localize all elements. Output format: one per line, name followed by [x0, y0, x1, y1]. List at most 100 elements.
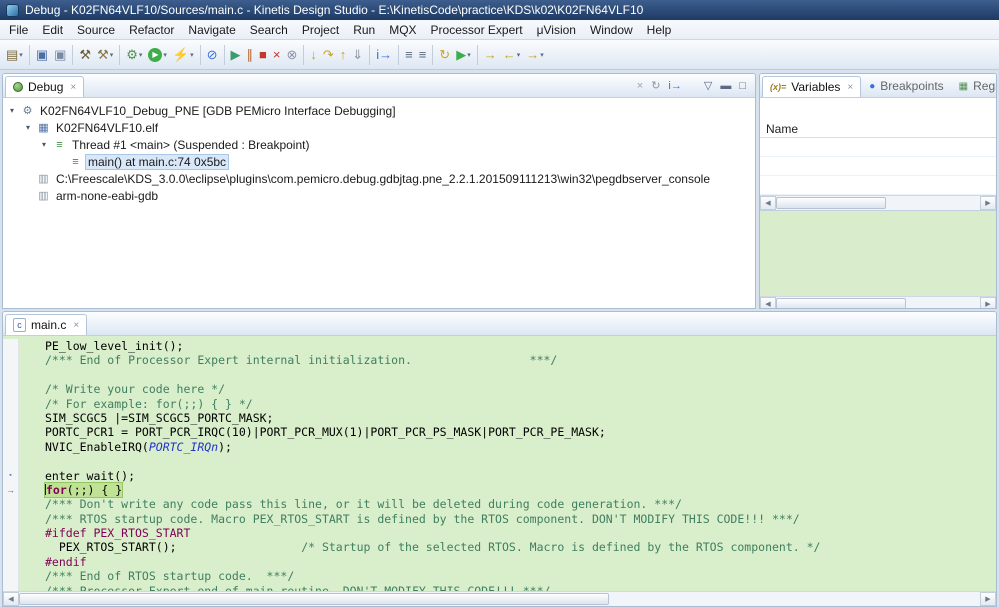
- tab-breakpoints[interactable]: ● Breakpoints: [862, 75, 950, 97]
- detail-hscrollbar[interactable]: ◀ ▶: [760, 296, 996, 308]
- code-line[interactable]: /* For example: for(;;) { } */: [3, 396, 996, 411]
- scroll-track[interactable]: [776, 297, 980, 308]
- refresh-icon[interactable]: ↻: [436, 43, 453, 67]
- code-line[interactable]: PEX_RTOS_START(); /* Startup of the sele…: [3, 540, 996, 555]
- debug-tree-row[interactable]: ≡ main() at main.c:74 0x5bc: [3, 153, 755, 170]
- code-line[interactable]: PORTC_PCR1 = PORT_PCR_IRQC(10)|PORT_PCR_…: [3, 425, 996, 440]
- menu-processor-expert[interactable]: Processor Expert: [424, 21, 530, 39]
- scroll-left-icon[interactable]: ◀: [3, 592, 19, 606]
- close-icon[interactable]: ×: [847, 82, 853, 93]
- memory-list-icon[interactable]: ≡: [416, 43, 430, 67]
- scroll-thumb[interactable]: [19, 593, 609, 605]
- terminate-icon[interactable]: ■: [256, 43, 270, 67]
- scroll-thumb[interactable]: [776, 298, 906, 308]
- tab-variables[interactable]: (x)= Variables ×: [762, 76, 862, 97]
- ruler-cell[interactable]: [3, 583, 19, 591]
- external-tools-dropdown[interactable]: ▶ ▾: [453, 43, 474, 67]
- instruction-stepping-icon[interactable]: i→: [373, 43, 395, 67]
- menu-window[interactable]: Window: [583, 21, 640, 39]
- code-line[interactable]: /*** Don't write any code pass this line…: [3, 497, 996, 512]
- ruler-cell[interactable]: [3, 439, 19, 455]
- step-into-icon[interactable]: ↓: [307, 43, 320, 67]
- restart-icon[interactable]: ↻: [648, 78, 663, 96]
- scroll-right-icon[interactable]: ▶: [980, 592, 996, 606]
- expander-icon[interactable]: ▾: [23, 123, 33, 132]
- save-icon[interactable]: ▣: [33, 43, 51, 67]
- code-line[interactable]: [3, 454, 996, 469]
- suspend-icon[interactable]: ∥: [244, 43, 257, 67]
- code-line[interactable]: #ifdef PEX_RTOS_START: [3, 526, 996, 541]
- expander-icon[interactable]: ▾: [7, 106, 17, 115]
- editor-hscrollbar[interactable]: ◀ ▶: [3, 591, 996, 606]
- ruler-cell[interactable]: [3, 367, 19, 383]
- ruler-cell[interactable]: [3, 526, 19, 541]
- build-all-icon[interactable]: ⚒: [76, 43, 94, 67]
- table-row[interactable]: [760, 176, 996, 195]
- code-line[interactable]: [3, 367, 996, 383]
- code-line[interactable]: ▪ enter_wait();: [3, 468, 996, 483]
- ruler-cell[interactable]: [3, 410, 19, 426]
- menu-run[interactable]: Run: [346, 21, 382, 39]
- scroll-track[interactable]: [19, 592, 980, 606]
- console-list-icon[interactable]: ≡: [402, 43, 416, 67]
- build-config-dropdown[interactable]: ⚒ ▾: [94, 43, 116, 67]
- ruler-cell[interactable]: [3, 353, 19, 368]
- close-icon[interactable]: ×: [73, 320, 79, 331]
- menu-project[interactable]: Project: [295, 21, 346, 39]
- disconnect-icon[interactable]: ⊗: [283, 43, 300, 67]
- variables-detail-pane[interactable]: [760, 210, 996, 296]
- debug-dropdown[interactable]: ⚙ ▾: [123, 43, 145, 67]
- debug-tree-row[interactable]: ▾ ▦ K02FN64VLF10.elf: [3, 119, 755, 136]
- menu-help[interactable]: Help: [640, 21, 679, 39]
- tab-main-c[interactable]: c main.c ×: [5, 314, 88, 335]
- forward-dropdown[interactable]: → ▾: [523, 43, 547, 67]
- code-line[interactable]: PE_low_level_init();: [3, 339, 996, 354]
- new-wizard-dropdown[interactable]: ▤ ▾: [3, 43, 26, 67]
- menu-mqx[interactable]: MQX: [382, 21, 423, 39]
- code-line[interactable]: #endif: [3, 554, 996, 570]
- skip-all-breakpoints-icon[interactable]: ⊘: [204, 43, 221, 67]
- terminate-all-icon[interactable]: ×: [270, 43, 284, 67]
- code-line[interactable]: /*** End of RTOS startup code. ***/: [3, 569, 996, 584]
- ruler-cell[interactable]: [3, 382, 19, 397]
- code-area[interactable]: PE_low_level_init();/*** End of Processo…: [3, 336, 996, 591]
- ruler-cell[interactable]: [3, 425, 19, 440]
- remove-all-terminated-icon[interactable]: ×: [634, 78, 646, 96]
- ruler-cell[interactable]: [3, 554, 19, 570]
- menu-file[interactable]: File: [2, 21, 35, 39]
- tab-debug[interactable]: Debug ×: [5, 76, 85, 97]
- scroll-thumb[interactable]: [776, 197, 886, 209]
- debug-tree-row[interactable]: ▾ ⚙ K02FN64VLF10_Debug_PNE [GDB PEMicro In…: [3, 102, 755, 119]
- title-bar[interactable]: Debug - K02FN64VLF10/Sources/main.c - Ki…: [0, 0, 999, 20]
- expander-icon[interactable]: ▾: [39, 140, 49, 149]
- flash-programmer-dropdown[interactable]: ⚡ ▾: [170, 43, 197, 67]
- menu-refactor[interactable]: Refactor: [122, 21, 181, 39]
- ruler-cell[interactable]: [3, 454, 19, 469]
- code-line[interactable]: /*** Processor Expert end of main routin…: [3, 583, 996, 591]
- code-line[interactable]: → for(;;) { }: [3, 481, 996, 499]
- code-line[interactable]: NVIC_EnableIRQ(PORTC_IRQn);: [3, 439, 996, 455]
- debug-tree-row[interactable]: ▥ C:\Freescale\KDS_3.0.0\eclipse\plugins\…: [3, 170, 755, 187]
- scroll-right-icon[interactable]: ▶: [980, 297, 996, 308]
- run-dropdown[interactable]: ▶ ▾: [145, 43, 170, 67]
- menu-source[interactable]: Source: [70, 21, 122, 39]
- drop-to-frame-icon[interactable]: ⇓: [349, 43, 366, 67]
- code-line[interactable]: /*** RTOS startup code. Macro PEX_RTOS_S…: [3, 511, 996, 527]
- code-line[interactable]: /* Write your code here */: [3, 382, 996, 397]
- annotation-icon[interactable]: ▪: [3, 468, 19, 483]
- ruler-cell[interactable]: [3, 396, 19, 411]
- step-over-icon[interactable]: ↷: [320, 43, 337, 67]
- scroll-track[interactable]: [776, 196, 980, 210]
- ruler-cell[interactable]: [3, 339, 19, 354]
- close-icon[interactable]: ×: [70, 82, 76, 93]
- scroll-left-icon[interactable]: ◀: [760, 297, 776, 308]
- table-row[interactable]: [760, 157, 996, 176]
- instruction-pointer-icon[interactable]: →: [3, 482, 19, 498]
- instruction-pointer-icon[interactable]: i→: [665, 78, 684, 96]
- menu--vision[interactable]: μVision: [530, 21, 583, 39]
- menu-navigate[interactable]: Navigate: [181, 21, 242, 39]
- save-all-icon[interactable]: ▣: [51, 43, 69, 67]
- variables-table[interactable]: [760, 138, 996, 195]
- tab-registers[interactable]: ▦ Registers: [952, 75, 996, 97]
- variables-hscrollbar[interactable]: ◀ ▶: [760, 195, 996, 210]
